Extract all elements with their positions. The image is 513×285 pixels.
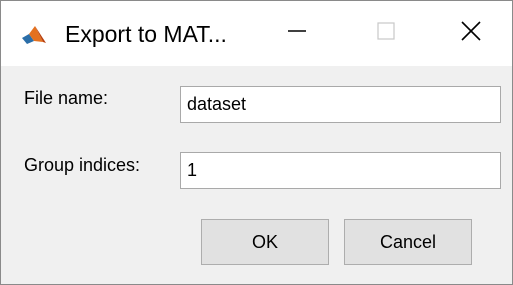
close-icon xyxy=(460,20,482,47)
close-button[interactable] xyxy=(431,1,511,66)
cancel-button[interactable]: Cancel xyxy=(344,219,472,265)
ok-button[interactable]: OK xyxy=(201,219,329,265)
maximize-icon xyxy=(376,21,396,46)
minimize-button[interactable] xyxy=(257,1,337,66)
minimize-icon xyxy=(287,21,307,46)
export-dialog: Export to MAT... File name: dataset Grou… xyxy=(0,0,513,285)
file-name-label: File name: xyxy=(24,88,109,108)
title-bar[interactable]: Export to MAT... xyxy=(1,1,512,66)
group-indices-field[interactable]: 1 xyxy=(180,152,501,189)
matlab-logo-icon xyxy=(21,25,47,45)
window-title: Export to MAT... xyxy=(65,21,227,47)
maximize-button[interactable] xyxy=(346,1,426,66)
file-name-field[interactable]: dataset xyxy=(180,86,501,123)
dialog-body: File name: dataset Group indices: 1 OK C… xyxy=(1,66,512,284)
group-indices-label: Group indices: xyxy=(24,155,141,175)
